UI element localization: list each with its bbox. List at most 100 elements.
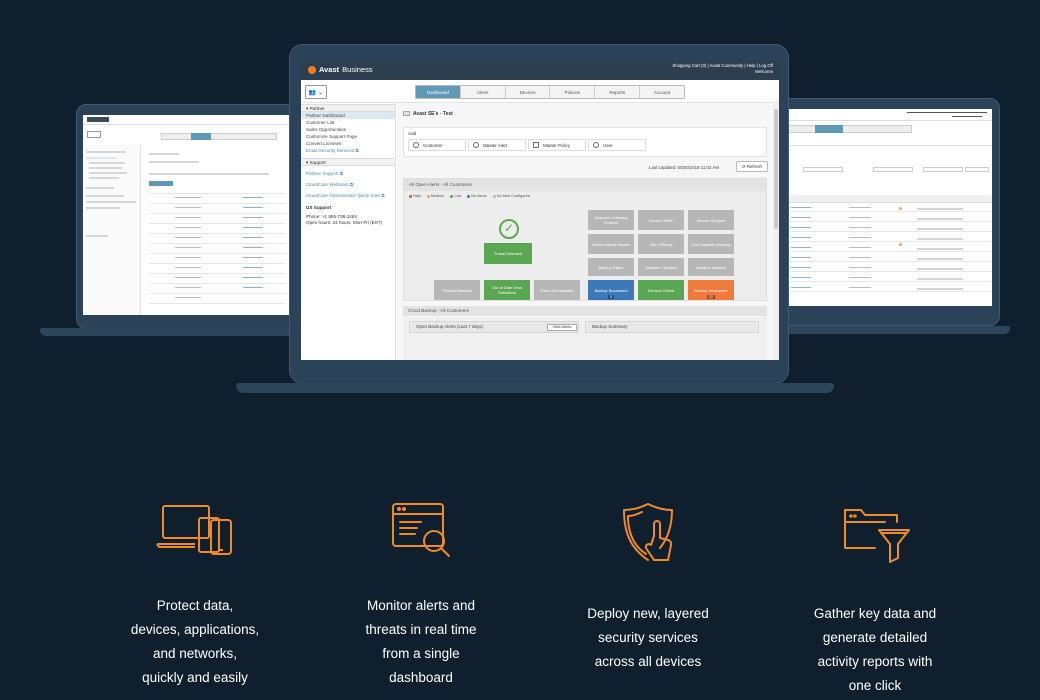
legend-low: Low: [450, 194, 461, 198]
add-master-policy-label: Master Policy: [543, 142, 571, 148]
brand-logo[interactable]: Avast Business: [308, 65, 373, 74]
support-hours: Open hours: 24 hours, Mon-Fri (EST): [306, 220, 383, 225]
feature-protect: Protect data, devices, applications, and n…: [100, 500, 290, 690]
feature-line: quickly and easily: [142, 670, 248, 685]
tile-label: Backup Incomplete: [694, 287, 728, 293]
open-backup-alerts-header: Open Backup Alerts (Last 7 days) View Al…: [409, 321, 579, 333]
feature-line: Protect data,: [156, 598, 234, 613]
sidebar-partner-header[interactable]: ▾ Partner: [301, 104, 395, 112]
tile-software-updated[interactable]: Software Updated: [638, 258, 684, 276]
sidebar-item-customer-list[interactable]: Customer List: [301, 119, 395, 126]
tile-needs-restart[interactable]: Device Needs Restart: [588, 234, 634, 254]
main-app-screen: Avast Business Shopping Cart (0) | Avast…: [301, 60, 779, 360]
sidebar-item-customize-support[interactable]: Customize Support Page: [301, 133, 395, 140]
tab-account[interactable]: Account: [640, 86, 684, 98]
tile-label: Device Needs Restart: [592, 241, 630, 247]
cloud-backup-title: Cloud Backup - All Customers: [403, 306, 767, 316]
tile-web-filtering[interactable]: Web Filtering: [638, 234, 684, 254]
legend-not-configured-label: No Alert Configured: [496, 194, 530, 198]
tile-label: Device Offline: [648, 217, 674, 223]
feature-line: generate detailed: [822, 630, 928, 645]
tab-policies[interactable]: Policies: [550, 86, 596, 98]
tile-label: Web Filtering: [649, 241, 673, 247]
tile-service-stopped[interactable]: Service Stopped: [688, 210, 734, 230]
tile-label: Disk Capacity Warning: [691, 241, 731, 247]
tab-reports[interactable]: Reports: [595, 86, 641, 98]
tile-backup-incomplete[interactable]: Backup Incomplete 22: [688, 280, 734, 300]
left-laptop-base: [40, 328, 310, 336]
shield-touch-icon: [623, 503, 673, 561]
tile-backup-failed[interactable]: Backup Failed: [588, 258, 634, 276]
right-laptop-base: [760, 326, 1010, 334]
add-master-alert-button[interactable]: Master Alert: [468, 139, 526, 151]
top-links[interactable]: Shopping Cart (0) | Avast Community | He…: [672, 63, 773, 75]
brand-suffix: Business: [342, 65, 373, 74]
tile-label: Firewall Disabled: [442, 287, 472, 293]
tile-firewall-disabled[interactable]: Firewall Disabled: [434, 280, 480, 300]
sidebar-support-header[interactable]: ▾ Support: [301, 158, 395, 166]
sidebar-item-sales-opportunities[interactable]: Sales Opportunities: [301, 126, 395, 133]
tile-device-offline[interactable]: Device Offline: [638, 210, 684, 230]
add-customer-label: Customer: [423, 142, 443, 148]
tile-label: Endpoint Licensing Controls: [594, 215, 628, 225]
tile-label: Patch Not Installed: [540, 287, 574, 293]
alert-legend: High Medium Low No Alerts No Alert Confi…: [404, 191, 766, 201]
tab-dashboard[interactable]: Dashboard: [416, 86, 461, 98]
main-tabs: Dashboard Alerts Devices Policies Report…: [415, 85, 685, 99]
us-support-title: US Support: [301, 205, 395, 211]
sidebar-item-partner-dashboard[interactable]: Partner Dashboard: [301, 112, 395, 119]
welcome-text: Welcome: [755, 69, 773, 74]
monitor-search-icon: [392, 503, 450, 557]
tile-devices-online[interactable]: Devices Online: [638, 280, 684, 300]
add-section: Add Customer Master Alert Master Policy …: [403, 127, 767, 157]
sidebar-item-partner-support[interactable]: Partner Support ⧉: [301, 170, 395, 177]
view-alerts-button[interactable]: View Alerts: [547, 324, 577, 331]
tile-disk-capacity[interactable]: Disk Capacity Warning: [688, 234, 734, 254]
legend-no-alerts: No Alerts: [467, 194, 487, 198]
sidebar: ▾ Partner Partner Dashboard Customer Lis…: [301, 103, 396, 360]
tab-alerts[interactable]: Alerts: [460, 86, 506, 98]
feature-deploy: Deploy new, layered security services acro…: [553, 500, 743, 674]
tile-label: Backup Successful: [594, 287, 628, 293]
tile-label: Antivirus Installed: [695, 264, 727, 270]
tile-licensing[interactable]: Endpoint Licensing Controls: [588, 210, 634, 230]
legend-no-alerts-label: No Alerts: [471, 194, 487, 198]
app-top-bar: Avast Business Shopping Cart (0) | Avast…: [301, 60, 779, 80]
sidebar-item-convert-licenses[interactable]: Convert Licenses: [301, 140, 395, 147]
tile-threat-detected[interactable]: Threat Detected: [484, 243, 532, 264]
add-master-policy-button[interactable]: Master Policy: [528, 139, 586, 151]
tile-out-of-date-definitions[interactable]: Out of Date Virus Definitions: [484, 280, 530, 300]
legend-low-label: Low: [454, 194, 462, 198]
add-user-label: User: [603, 142, 613, 148]
user-menu-button[interactable]: 👥 ⌄: [305, 85, 327, 99]
customer-icon: [413, 142, 419, 148]
page-title: Avast SE's - Test: [403, 111, 453, 117]
all-clear-check-icon: ✓: [499, 219, 519, 239]
refresh-button[interactable]: ⟳ Refresh: [736, 161, 768, 172]
scrollbar-thumb[interactable]: [774, 109, 778, 229]
last-updated: Last Updated: 00/00/2018 11:02 AM: [649, 165, 719, 170]
tile-label: Out of Date Virus Definitions: [492, 285, 522, 295]
legend-high-label: High: [413, 194, 421, 198]
right-laptop-screen: [787, 109, 992, 306]
sidebar-item-cloudcare-webinars[interactable]: CloudCare Webinars ⧉: [301, 181, 395, 188]
feature-line: from a single: [382, 646, 460, 661]
legend-medium-label: Medium: [430, 194, 445, 198]
sidebar-item-quick-start[interactable]: CloudCare Administrator Quick Start ⧉: [301, 192, 395, 199]
legend-medium: Medium: [426, 194, 445, 198]
tab-devices[interactable]: Devices: [505, 86, 551, 98]
add-customer-button[interactable]: Customer: [408, 139, 466, 151]
feature-line: one click: [848, 678, 902, 693]
feature-reports-text: Gather key data and generate detailed acti…: [780, 602, 970, 698]
tile-patch-not-installed[interactable]: Patch Not Installed: [534, 280, 580, 300]
main-scrollbar[interactable]: [773, 103, 779, 360]
add-user-button[interactable]: User: [588, 139, 646, 151]
tile-backup-successful[interactable]: Backup Successful 5: [588, 280, 634, 300]
tile-antivirus-installed[interactable]: Antivirus Installed: [688, 258, 734, 276]
backup-summary-header: Backup Summary: [585, 321, 759, 333]
add-label: Add: [408, 131, 417, 136]
add-master-alert-label: Master Alert: [483, 142, 508, 148]
sidebar-item-email-security[interactable]: Email Security Services ⧉: [301, 147, 395, 154]
tile-count: 22: [707, 295, 715, 299]
main-laptop-base: [236, 383, 834, 393]
